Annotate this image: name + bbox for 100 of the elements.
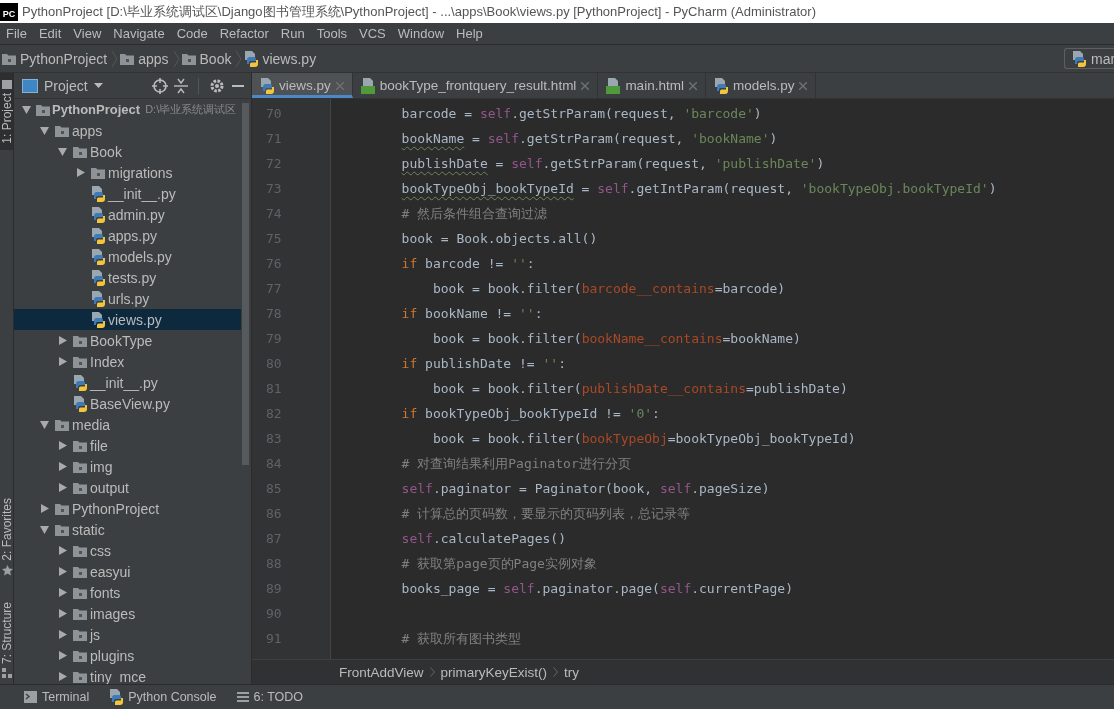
breadcrumb-item[interactable]: try: [564, 664, 580, 680]
tree-item[interactable]: output: [14, 477, 241, 498]
tool-window-button[interactable]: 6: TODO: [236, 690, 304, 704]
breadcrumb-item[interactable]: FrontAddView: [339, 664, 424, 680]
code-line: barcode = self.getStrParam(request, 'barcode'): [400, 105, 763, 123]
python-file-icon: [73, 374, 87, 391]
breadcrumb-item[interactable]: primaryKeyExist(): [440, 664, 548, 680]
collapsed-arrow-icon[interactable]: [57, 567, 67, 576]
menu-item[interactable]: File: [0, 26, 33, 41]
expanded-arrow-icon[interactable]: [21, 105, 31, 114]
collapsed-arrow-icon[interactable]: [57, 630, 67, 639]
tree-item[interactable]: tests.py: [14, 267, 241, 288]
tree-item[interactable]: images: [14, 603, 241, 624]
python-file-icon: [91, 269, 105, 286]
menu-item[interactable]: Refactor: [213, 26, 275, 41]
menu-item[interactable]: Help: [450, 26, 489, 41]
tool-window-button[interactable]: 2: Favorites: [0, 492, 13, 582]
expanded-arrow-icon[interactable]: [39, 420, 49, 429]
tree-item[interactable]: css: [14, 540, 241, 561]
chevron-icon: [111, 49, 119, 68]
menu-item[interactable]: View: [67, 26, 108, 41]
code-line: # 获取所有图书类型: [400, 630, 523, 648]
tree-item[interactable]: static: [14, 519, 241, 540]
expanded-arrow-icon[interactable]: [39, 126, 49, 135]
tree-item[interactable]: file: [14, 435, 241, 456]
scrollbar[interactable]: [242, 103, 249, 465]
menu-item[interactable]: Navigate: [107, 26, 171, 41]
tree-item[interactable]: Index: [14, 351, 241, 372]
editor-tab[interactable]: main.html: [598, 73, 706, 98]
collapsed-arrow-icon[interactable]: [57, 336, 67, 345]
code-line: book = book.filter(bookTypeObj=bookTypeObj_bookTypeId): [431, 430, 857, 448]
terminal-icon: [24, 691, 37, 703]
collapsed-arrow-icon[interactable]: [57, 609, 67, 618]
editor-tab[interactable]: bookType_frontquery_result.html: [352, 73, 599, 98]
editor-tab[interactable]: models.py: [705, 73, 817, 98]
chevron-icon: [429, 667, 435, 677]
caret-icon: [93, 83, 103, 88]
menu-item[interactable]: Edit: [32, 26, 68, 41]
menu-item[interactable]: Tools: [310, 26, 354, 41]
menu-item[interactable]: Window: [391, 26, 451, 41]
menu-item[interactable]: VCS: [353, 26, 392, 41]
tree-item[interactable]: fonts: [14, 582, 241, 603]
tree-item[interactable]: apps: [14, 120, 241, 141]
view-selector-dropdown[interactable]: Project: [22, 77, 103, 94]
menu-item[interactable]: Code: [170, 26, 214, 41]
tree-item[interactable]: PythonProject: [14, 498, 241, 519]
tree-item[interactable]: easyui: [14, 561, 241, 582]
collapsed-arrow-icon[interactable]: [57, 462, 67, 471]
tool-window-button[interactable]: 7: Structure: [0, 595, 13, 684]
chevron-icon: [553, 667, 559, 677]
tree-item[interactable]: urls.py: [14, 288, 241, 309]
tree-item[interactable]: models.py: [14, 246, 241, 267]
tree-item[interactable]: apps.py: [14, 225, 241, 246]
html-file-icon: [360, 77, 375, 94]
tree-item[interactable]: plugins: [14, 645, 241, 666]
expanded-arrow-icon[interactable]: [57, 147, 67, 156]
collapsed-arrow-icon[interactable]: [57, 441, 67, 450]
tree-item[interactable]: BaseView.py: [14, 393, 241, 414]
tree-item[interactable]: media: [14, 414, 241, 435]
collapsed-arrow-icon[interactable]: [39, 504, 49, 513]
tree-item[interactable]: migrations: [14, 162, 241, 183]
crosshair-icon[interactable]: [152, 77, 168, 94]
tree-item[interactable]: BookType: [14, 330, 241, 351]
code-line: book = book.filter(publishDate__contains=publishDate): [431, 380, 849, 398]
run-configuration-dropdown[interactable]: mar: [1064, 48, 1114, 69]
python-file-icon: [91, 290, 105, 307]
editor-tab[interactable]: views.py: [252, 73, 353, 98]
python-file-icon: [109, 689, 124, 705]
tool-window-button[interactable]: Terminal: [24, 690, 90, 704]
code-line: if bookTypeObj_bookTypeId != '0':: [400, 405, 661, 423]
tree-item[interactable]: __init__.py: [14, 372, 241, 393]
tree-item[interactable]: __init__.py: [14, 183, 241, 204]
breadcrumb-item[interactable]: views.py: [242, 50, 321, 67]
tool-window-button[interactable]: Python Console: [109, 689, 217, 705]
collapsed-arrow-icon[interactable]: [57, 588, 67, 597]
python-file-icon: [91, 185, 105, 202]
collapsed-arrow-icon[interactable]: [57, 483, 67, 492]
code-line: # 对查询结果利用Paginator进行分页: [400, 455, 632, 473]
tree-item[interactable]: img: [14, 456, 241, 477]
tree-item[interactable]: PythonProject D:\毕业系统调试区: [14, 99, 241, 120]
settings-icon[interactable]: [209, 77, 225, 94]
collapse-icon[interactable]: [174, 77, 188, 94]
breadcrumb-item[interactable]: apps: [118, 50, 173, 67]
expanded-arrow-icon[interactable]: [39, 525, 49, 534]
code-line: self.calculatePages(): [400, 530, 567, 548]
breadcrumb-item[interactable]: PythonProject: [0, 50, 112, 67]
tree-item[interactable]: tiny_mce: [14, 666, 241, 684]
collapsed-arrow-icon[interactable]: [75, 168, 85, 177]
collapsed-arrow-icon[interactable]: [57, 672, 67, 681]
collapsed-arrow-icon[interactable]: [57, 651, 67, 660]
menu-item[interactable]: Run: [274, 26, 311, 41]
code-line: publishDate = self.getStrParam(request, 'publishDate'): [400, 155, 826, 173]
tree-item[interactable]: views.py: [14, 309, 241, 330]
tree-item[interactable]: admin.py: [14, 204, 241, 225]
collapsed-arrow-icon[interactable]: [57, 357, 67, 366]
collapsed-arrow-icon[interactable]: [57, 546, 67, 555]
app-logo: PC: [0, 2, 18, 21]
breadcrumb-item[interactable]: Book: [179, 50, 236, 67]
tree-item[interactable]: js: [14, 624, 241, 645]
tree-item[interactable]: Book: [14, 141, 241, 162]
